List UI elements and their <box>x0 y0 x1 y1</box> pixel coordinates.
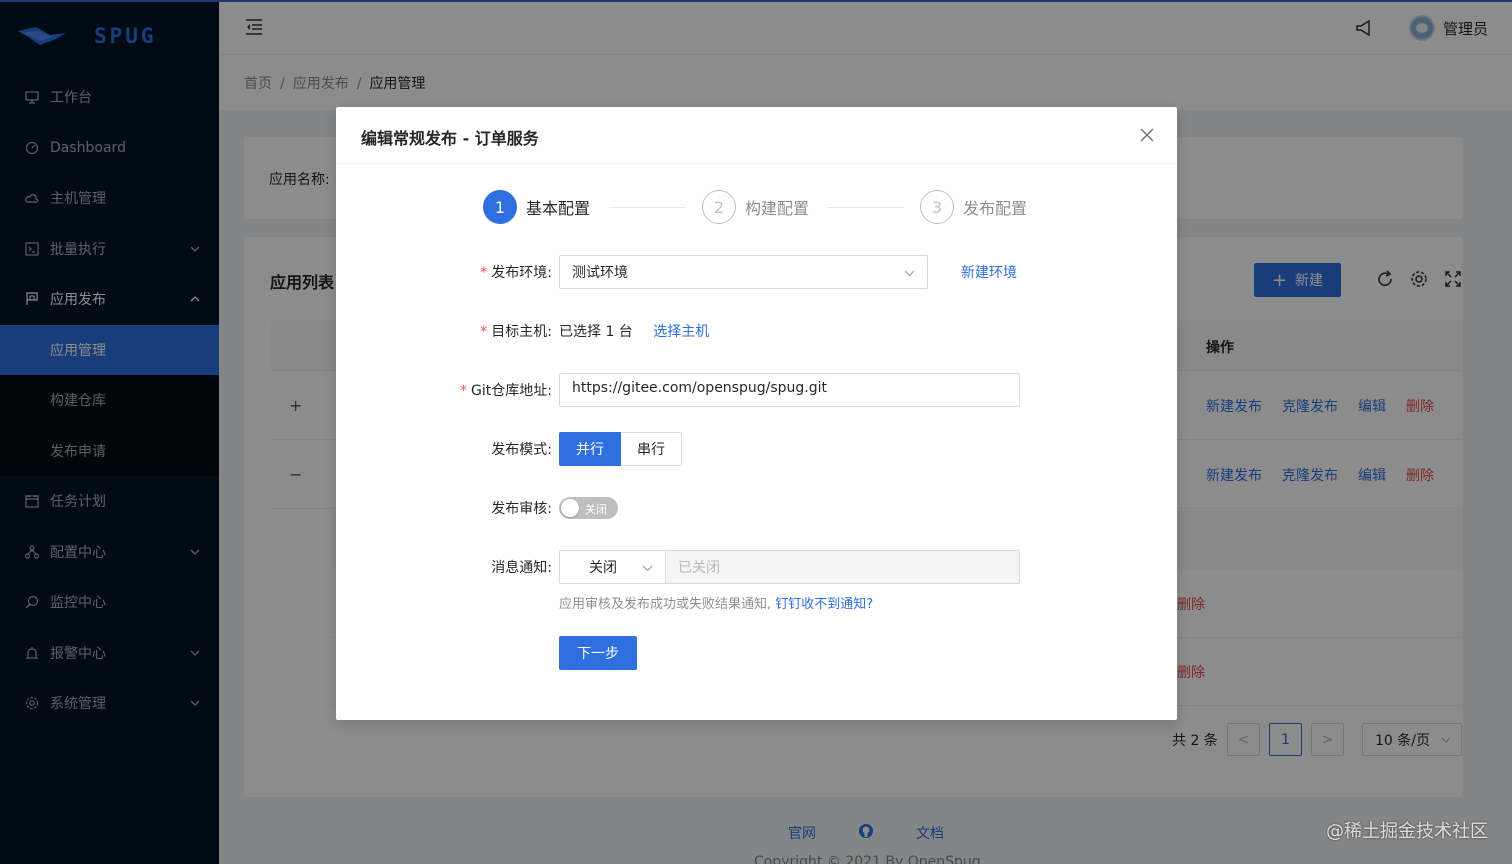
step-number: 1 <box>483 190 517 224</box>
form-row-mode: 发布模式: 并行 串行 <box>336 432 1177 466</box>
step-connector <box>609 207 685 208</box>
audit-control: 关闭 <box>559 491 618 519</box>
form-row-env: * 发布环境: 测试环境 新建环境 <box>336 255 1177 289</box>
edit-deploy-modal: 编辑常规发布 - 订单服务 1 基本配置 2 构建配置 3 发布配置 * 发布环境… <box>336 107 1177 720</box>
git-control: https://gitee.com/openspug/spug.git <box>559 373 1020 407</box>
step-build[interactable]: 2 构建配置 <box>702 190 809 224</box>
mode-label: 发布模式: <box>491 442 552 458</box>
steps: 1 基本配置 2 构建配置 3 发布配置 <box>483 190 1043 224</box>
form-row-host: * 目标主机: 已选择 1 台 选择主机 <box>336 314 1177 348</box>
new-env-link[interactable]: 新建环境 <box>961 262 1017 282</box>
notify-hint: 应用审核及发布成功或失败结果通知, 钉钉收不到通知? <box>559 593 873 612</box>
select-host-link[interactable]: 选择主机 <box>653 324 709 340</box>
host-selected: 已选择 1 台 <box>559 324 633 340</box>
step-basic[interactable]: 1 基本配置 <box>483 190 590 224</box>
notify-label: 消息通知: <box>491 560 552 576</box>
dingtalk-help-link[interactable]: 钉钉收不到通知? <box>775 597 873 612</box>
notify-mode-value: 关闭 <box>589 560 617 576</box>
close-icon[interactable] <box>1139 127 1155 143</box>
notify-control: 关闭 已关闭 <box>559 550 1020 584</box>
modal-header: 编辑常规发布 - 订单服务 <box>336 107 1177 164</box>
next-step-button[interactable]: 下一步 <box>559 636 637 670</box>
notify-mode-select[interactable]: 关闭 <box>559 550 666 584</box>
form-row-notify: 消息通知: 关闭 已关闭 <box>336 550 1177 584</box>
step-connector <box>828 207 904 208</box>
env-select[interactable]: 测试环境 <box>559 255 928 289</box>
modal-title: 编辑常规发布 - 订单服务 <box>361 129 539 148</box>
form-row-git: * Git仓库地址: https://gitee.com/openspug/spu… <box>336 373 1177 407</box>
watermark: @稀土掘金技术社区 <box>1326 821 1488 842</box>
step-number: 2 <box>702 190 736 224</box>
mode-parallel-button[interactable]: 并行 <box>559 432 621 466</box>
mode-serial-button[interactable]: 串行 <box>621 432 682 466</box>
audit-label: 发布审核: <box>491 501 552 517</box>
form-row-audit: 发布审核: 关闭 <box>336 491 1177 525</box>
step-label: 构建配置 <box>745 199 810 218</box>
step-label: 发布配置 <box>963 199 1028 218</box>
step-deploy[interactable]: 3 发布配置 <box>920 190 1027 224</box>
host-control: 已选择 1 台 选择主机 <box>559 321 709 341</box>
notify-hint-text: 应用审核及发布成功或失败结果通知, <box>559 597 772 612</box>
notify-target-input: 已关闭 <box>666 550 1020 584</box>
step-label: 基本配置 <box>526 199 591 218</box>
toggle-knob <box>561 499 579 517</box>
chevron-down-icon <box>904 270 915 277</box>
env-select-value: 测试环境 <box>572 265 628 281</box>
git-url-input[interactable]: https://gitee.com/openspug/spug.git <box>559 373 1020 407</box>
env-control: 测试环境 新建环境 <box>559 255 1017 289</box>
git-label: * Git仓库地址: <box>460 383 552 399</box>
audit-toggle[interactable]: 关闭 <box>559 497 618 519</box>
toggle-text: 关闭 <box>585 503 607 516</box>
host-label: * 目标主机: <box>480 324 552 340</box>
mode-radio-group: 并行 串行 <box>559 432 682 466</box>
step-number: 3 <box>920 190 954 224</box>
env-label: * 发布环境: <box>480 265 552 281</box>
chevron-down-icon <box>642 565 653 572</box>
top-accent-line <box>0 0 1512 2</box>
